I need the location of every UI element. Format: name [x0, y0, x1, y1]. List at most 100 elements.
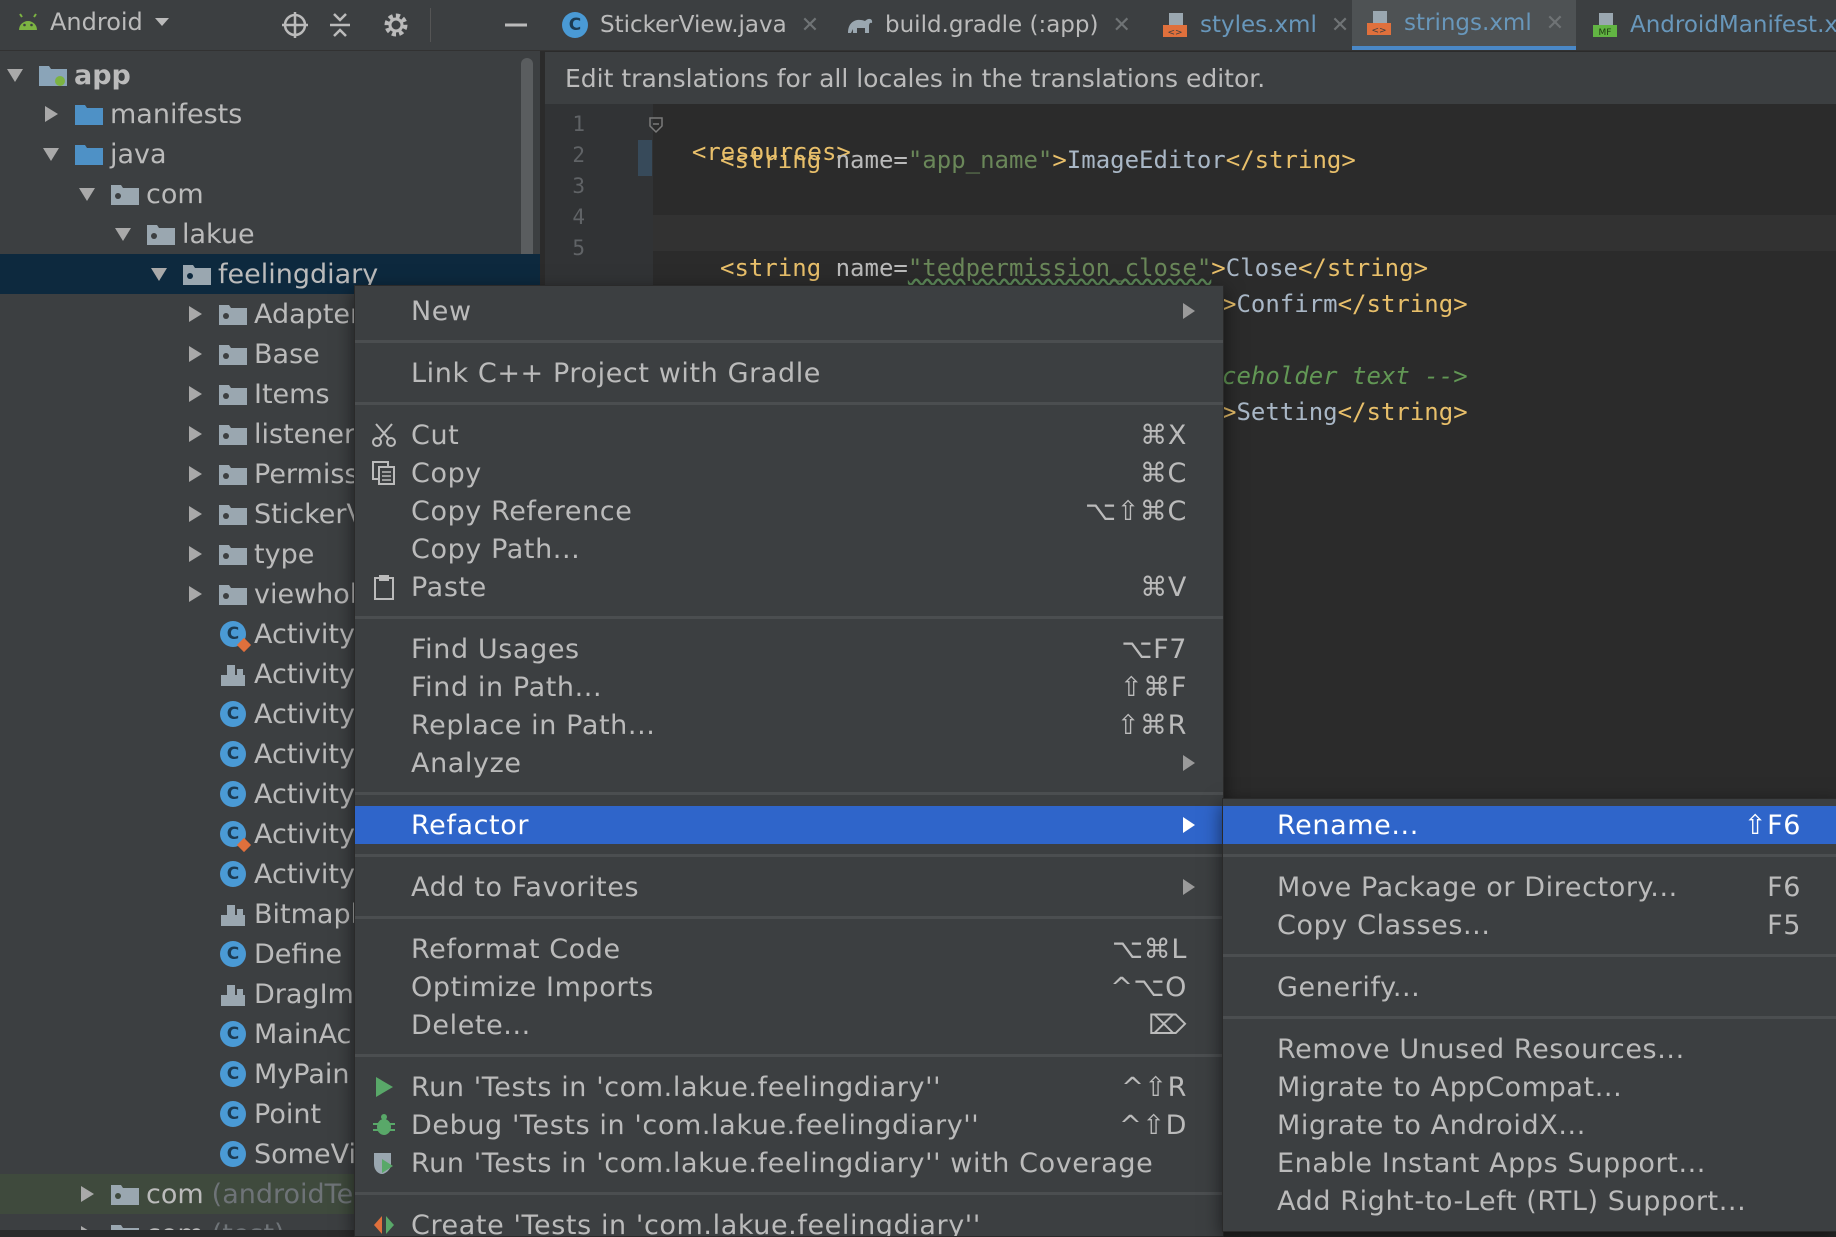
translations-editor-banner[interactable]: Edit translations for all locales in the… [545, 52, 1836, 104]
menu-item-reformat-code[interactable]: Reformat Code ⌥⌘L [355, 930, 1223, 968]
expanded-arrow-icon[interactable] [4, 64, 26, 86]
collapsed-arrow-icon[interactable] [184, 303, 206, 325]
tab-build-gradle[interactable]: build.gradle (:app) ✕ [845, 0, 1131, 50]
menu-separator [355, 854, 1223, 857]
collapsed-arrow-icon[interactable] [184, 423, 206, 445]
menu-item-remove-unused-resources[interactable]: Remove Unused Resources... [1223, 1030, 1836, 1068]
menu-item-copy-path[interactable]: Copy Path... [355, 530, 1223, 568]
manifest-icon: MF [1590, 11, 1620, 39]
debug-icon [369, 1110, 399, 1140]
tab-stickerview-java[interactable]: C StickerView.java ✕ [560, 0, 819, 50]
package-icon [218, 501, 248, 527]
menu-separator [355, 1192, 1223, 1195]
tab-strings-xml[interactable]: <> strings.xml ✕ [1352, 0, 1577, 50]
collapse-all-icon[interactable] [325, 10, 355, 40]
package-icon [110, 1221, 140, 1230]
menu-item-copy-classes[interactable]: Copy Classes... F5 [1223, 906, 1836, 944]
menu-item-run-with-coverage[interactable]: Run 'Tests in 'com.lakue.feelingdiary'' … [355, 1144, 1223, 1182]
menu-item-copy[interactable]: Copy ⌘C [355, 454, 1223, 492]
tree-item-app[interactable]: app [0, 55, 518, 95]
expanded-arrow-icon[interactable] [76, 183, 98, 205]
menu-item-instant-apps[interactable]: Enable Instant Apps Support... [1223, 1144, 1836, 1182]
tree-item-label: manifests [110, 98, 243, 130]
create-test-icon [369, 1210, 399, 1236]
layout-class-icon [218, 981, 248, 1007]
activity-class-icon: C [218, 621, 252, 653]
package-icon [218, 461, 248, 487]
collapsed-arrow-icon[interactable] [184, 583, 206, 605]
menu-item-debug-tests[interactable]: Debug 'Tests in 'com.lakue.feelingdiary'… [355, 1106, 1223, 1144]
gradle-icon [845, 11, 875, 39]
tab-androidmanifest-xml[interactable]: MF AndroidManifest.x [1590, 0, 1836, 50]
menu-item-add-to-favorites[interactable]: Add to Favorites [355, 868, 1223, 906]
menu-item-replace-in-path[interactable]: Replace in Path... ⇧⌘R [355, 706, 1223, 744]
menu-item-refactor[interactable]: Refactor [355, 806, 1223, 844]
tree-item-com[interactable]: com [0, 174, 540, 214]
collapsed-arrow-icon[interactable] [184, 503, 206, 525]
menu-item-cut[interactable]: Cut ⌘X [355, 416, 1223, 454]
expanded-arrow-icon[interactable] [148, 263, 170, 285]
collapsed-arrow-icon[interactable] [184, 543, 206, 565]
tab-styles-xml[interactable]: <> styles.xml ✕ [1160, 0, 1349, 50]
package-icon [218, 341, 248, 367]
tree-item-label: listener [254, 418, 356, 450]
folder-icon [74, 101, 104, 127]
tree-item-lakue[interactable]: lakue [0, 214, 540, 254]
collapsed-arrow-icon[interactable] [76, 1223, 98, 1230]
menu-item-rtl-support[interactable]: Add Right-to-Left (RTL) Support... [1223, 1182, 1836, 1220]
gear-icon[interactable] [381, 10, 411, 40]
android-icon [19, 13, 37, 30]
collapsed-arrow-icon[interactable] [76, 1183, 98, 1205]
expanded-arrow-icon[interactable] [40, 143, 62, 165]
xml-icon: <> [1364, 9, 1394, 37]
menu-separator [355, 402, 1223, 405]
package-icon [110, 1181, 140, 1207]
menu-item-delete[interactable]: Delete... ⌦ [355, 1006, 1223, 1044]
menu-item-find-usages[interactable]: Find Usages ⌥F7 [355, 630, 1223, 668]
project-view-label: Android [50, 8, 143, 36]
locate-target-icon[interactable] [280, 10, 310, 40]
menu-item-paste[interactable]: Paste ⌘V [355, 568, 1223, 606]
close-icon[interactable]: ✕ [1112, 13, 1130, 38]
menu-item-rename[interactable]: Rename... ⇧F6 [1223, 806, 1836, 844]
fold-marker-icon[interactable] [648, 116, 664, 138]
menu-item-analyze[interactable]: Analyze [355, 744, 1223, 782]
tree-item-suffix: (androidTe [211, 1178, 354, 1210]
collapsed-arrow-icon[interactable] [40, 103, 62, 125]
menu-item-optimize-imports[interactable]: Optimize Imports ^⌥O [355, 968, 1223, 1006]
collapsed-arrow-icon[interactable] [184, 383, 206, 405]
menu-item-link-cpp[interactable]: Link C++ Project with Gradle [355, 354, 1223, 392]
collapsed-arrow-icon[interactable] [184, 463, 206, 485]
menu-item-copy-reference[interactable]: Copy Reference ⌥⇧⌘C [355, 492, 1223, 530]
menu-item-move-package[interactable]: Move Package or Directory... F6 [1223, 868, 1836, 906]
folder-icon [74, 141, 104, 167]
package-icon [218, 381, 248, 407]
project-view-selector[interactable]: Android [16, 8, 171, 36]
tree-item-label: Activity [254, 698, 355, 730]
menu-item-find-in-path[interactable]: Find in Path... ⇧⌘F [355, 668, 1223, 706]
menu-item-run-tests[interactable]: Run 'Tests in 'com.lakue.feelingdiary'' … [355, 1068, 1223, 1106]
context-menu: New Link C++ Project with Gradle Cut ⌘X … [354, 285, 1224, 1237]
hide-panel-icon[interactable] [501, 10, 531, 40]
menu-item-create-tests[interactable]: Create 'Tests in 'com.lakue.feelingdiary… [355, 1206, 1223, 1236]
close-icon[interactable]: ✕ [801, 13, 819, 38]
java-class-icon: C [218, 1061, 248, 1087]
expanded-arrow-icon[interactable] [112, 223, 134, 245]
svg-text:<>: <> [1167, 28, 1182, 38]
submenu-arrow-icon [1183, 817, 1195, 833]
submenu-arrow-icon [1183, 879, 1195, 895]
code-line-9: >Setting</string> [1222, 398, 1468, 426]
close-icon[interactable]: ✕ [1546, 11, 1564, 36]
menu-item-migrate-appcompat[interactable]: Migrate to AppCompat... [1223, 1068, 1836, 1106]
tree-item-java[interactable]: java [0, 134, 540, 174]
tree-item-suffix: (test) [212, 1219, 285, 1231]
tab-label: StickerView.java [600, 12, 787, 38]
collapsed-arrow-icon[interactable] [184, 343, 206, 365]
close-icon[interactable]: ✕ [1331, 13, 1349, 38]
menu-item-new[interactable]: New [355, 292, 1223, 330]
line-number: 1 [572, 112, 585, 136]
menu-item-migrate-androidx[interactable]: Migrate to AndroidX... [1223, 1106, 1836, 1144]
menu-item-generify[interactable]: Generify... [1223, 968, 1836, 1006]
menu-separator [1223, 854, 1836, 857]
tree-item-manifests[interactable]: manifests [0, 94, 540, 134]
